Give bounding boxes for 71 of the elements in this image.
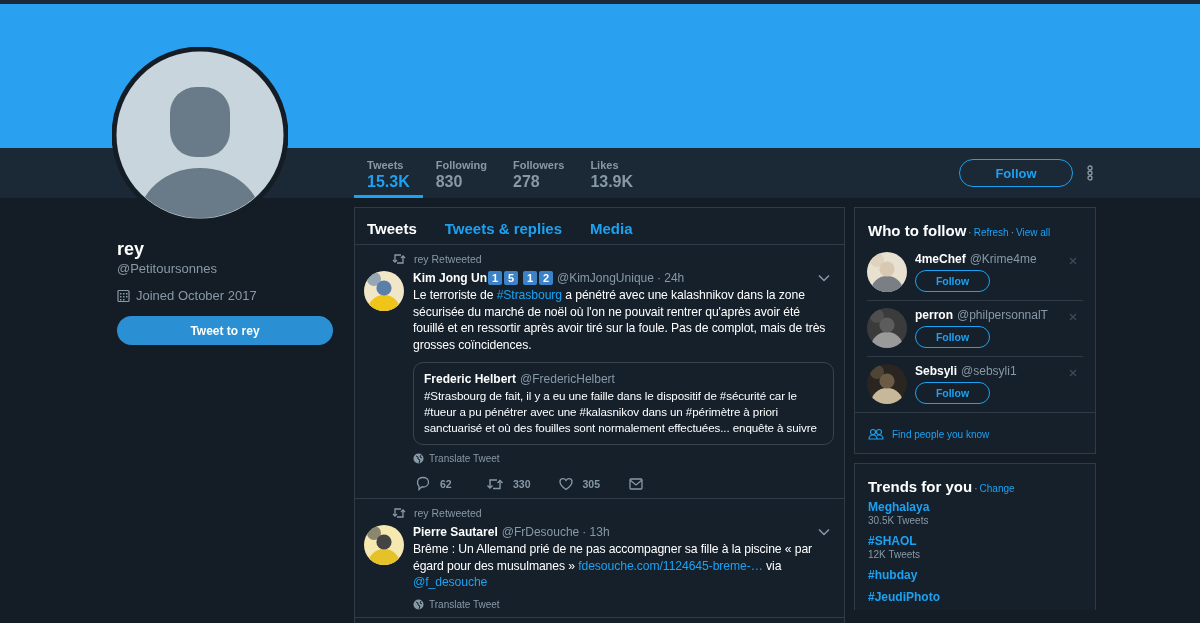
chevron-down-icon[interactable] <box>818 527 830 536</box>
timeline-tab[interactable]: Tweets & replies <box>444 220 563 244</box>
joined-date: Joined October 2017 <box>136 288 257 303</box>
more-icon[interactable] <box>1087 165 1093 181</box>
separator-dot: · <box>968 227 972 238</box>
timeline-tab[interactable]: Media <box>590 220 633 244</box>
trend-link[interactable]: #JeudiPhoto <box>868 590 1082 604</box>
heart-icon[interactable] <box>558 476 573 491</box>
link[interactable]: @f_desouche <box>413 575 488 589</box>
link[interactable]: #Strasbourg <box>496 288 562 302</box>
quoted-author-handle: @FredericHelbert <box>520 372 615 386</box>
chevron-down-icon[interactable] <box>818 273 830 282</box>
people-icon <box>868 428 884 440</box>
user-name[interactable]: 4meChef <box>915 252 966 266</box>
tweet-time[interactable]: · 24h <box>656 270 685 285</box>
user-handle[interactable]: @Krime4me <box>969 252 1037 266</box>
trend-link[interactable]: #SHAOL <box>868 534 1082 548</box>
retweeted-label: rey Retweeted <box>414 253 482 265</box>
calendar-icon <box>117 288 130 303</box>
author-name[interactable]: Kim Jong Un <box>413 270 487 285</box>
retweet-count: 330 <box>513 477 531 490</box>
translate-link[interactable]: Translate Tweet <box>429 598 500 610</box>
user-handle[interactable]: @philpersonnalT <box>957 308 1048 322</box>
quoted-tweet-card[interactable] <box>413 362 834 445</box>
globe-icon <box>413 598 424 610</box>
user-handle[interactable]: @sebsyli1 <box>961 364 1017 378</box>
retweeted-label: rey Retweeted <box>414 507 482 519</box>
retweet-icon <box>392 252 406 266</box>
envelope-icon[interactable] <box>628 476 643 491</box>
keycap-emoji: 2 <box>539 270 553 285</box>
quoted-author-name: Frederic Helbert <box>424 372 517 386</box>
panel-title: Who to follow <box>868 222 967 239</box>
retweet-icon <box>392 506 406 520</box>
reply-count: 62 <box>440 477 452 490</box>
panel-title: Trends for you <box>868 478 973 495</box>
keycap-emoji: 1 <box>523 270 537 285</box>
stat-tab[interactable]: Followers 278 <box>500 148 578 198</box>
tweet-text: Brême : Un Allemand prié de ne pas accompagner sa fille à la piscine « par égard pour des musulmanes » fdesouche.com/1124645-breme-… via @f_desouche <box>413 541 814 591</box>
stat-tab[interactable]: Following 830 <box>422 148 501 198</box>
tweet-to-button[interactable]: Tweet to rey <box>117 316 333 345</box>
reply-icon[interactable] <box>416 476 430 491</box>
trend-link[interactable]: #hubday <box>868 568 1082 582</box>
profile-handle: @Petitoursonnes <box>117 261 218 276</box>
change-link[interactable]: Change <box>979 483 1015 494</box>
view-all-link[interactable]: View all <box>1016 227 1051 238</box>
keycap-emoji: 5 <box>504 270 518 285</box>
tweet-text: Le terroriste de #Strasbourg a pénétré avec une kalashnikov dans la zone sécurisée du marché de noël où l'on ne pouvait rentrer qu'après avoir été fouillé et en ressortir après avoir tiré sur la foule. Pas de complot, mais de très grosses coïncidences. <box>413 287 827 353</box>
link[interactable]: fdesouche.com/1124645-breme-… <box>578 558 763 573</box>
user-name[interactable]: perron <box>915 308 953 322</box>
trend-link[interactable]: Meghalaya <box>868 500 1082 514</box>
like-count: 305 <box>582 477 601 490</box>
keycap-emoji: 1 <box>488 270 502 285</box>
timeline-tab[interactable]: Tweets <box>367 220 417 244</box>
user-name[interactable]: Sebsyli <box>915 364 958 378</box>
stat-tab[interactable]: Tweets 15.3K <box>354 148 423 198</box>
stat-tab[interactable]: Likes 13.9K <box>577 148 647 198</box>
separator-dot: · <box>1010 227 1014 238</box>
tweet-count: 30.5K Tweets <box>868 515 930 526</box>
author-handle[interactable]: @KimJongUnique <box>557 270 654 285</box>
refresh-link[interactable]: Refresh <box>973 227 1009 238</box>
find-people-link[interactable]: Find people you know <box>892 428 990 440</box>
globe-icon <box>413 453 424 464</box>
tweet-count: 12K Tweets <box>868 549 922 560</box>
quoted-tweet-text: #Strasbourg de fait, il y a eu une faille dans le dispositif de #sécurité car le #tueur a pu pénétrer avec une #kalasnikov dans un #périmètre à priori sanctuarisé et où des fouilles sont normalement effectuées... enquête à suivre <box>424 388 818 436</box>
translate-link[interactable]: Translate Tweet <box>429 453 500 464</box>
profile-name: rey <box>117 239 146 259</box>
author-handle[interactable]: @FrDesouche <box>501 524 580 539</box>
separator-dot: · <box>974 483 978 494</box>
author-name[interactable]: Pierre Sautarel <box>413 524 498 539</box>
retweet-icon[interactable] <box>486 476 503 491</box>
tweet-time[interactable]: · 13h <box>582 524 610 539</box>
